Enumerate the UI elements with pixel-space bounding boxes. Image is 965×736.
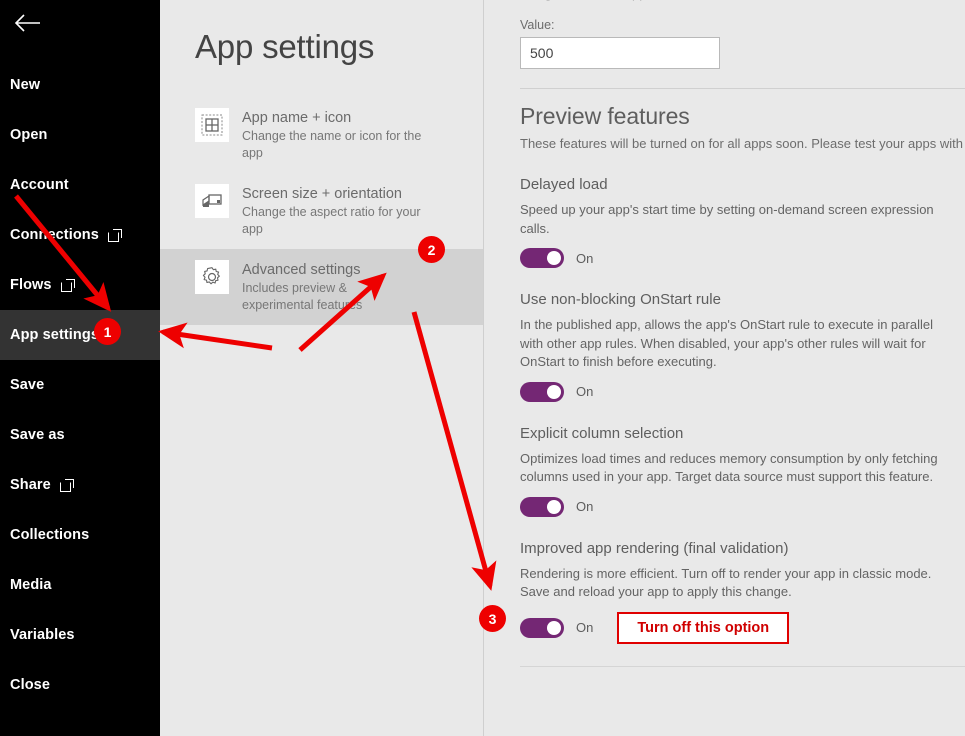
feature-non-blocking-onstart: Use non-blocking OnStart rule In the pub…: [520, 290, 965, 402]
category-text: Screen size + orientation Change the asp…: [242, 184, 442, 238]
value-label: Value:: [520, 18, 555, 32]
value-input[interactable]: 500: [520, 37, 720, 69]
sidebar-item-label: Open: [10, 127, 48, 143]
sidebar-item-label: Save: [10, 377, 45, 393]
category-screen-size-orientation[interactable]: Screen size + orientation Change the asp…: [160, 173, 483, 249]
sidebar-item-label: New: [10, 77, 41, 93]
toggle-row: On: [520, 496, 965, 517]
feature-name: Explicit column selection: [520, 424, 684, 442]
feature-description: Rendering is more efficient. Turn off to…: [520, 565, 932, 600]
sidebar-item-label: Variables: [10, 627, 75, 643]
sidebar-item-connections[interactable]: Connections: [0, 210, 160, 260]
sidebar-item-account[interactable]: Account: [0, 160, 160, 210]
sidebar-item-label: App settings: [10, 327, 100, 343]
sidebar-item-open[interactable]: Open: [0, 110, 160, 160]
feature-explicit-column-selection: Explicit column selection Optimizes load…: [520, 424, 965, 517]
left-sidebar: New Open Account Connections Flows App s…: [0, 0, 160, 736]
sidebar-item-label: Share: [10, 477, 51, 493]
clipped-delegation-note: delegation is not supported.: [520, 0, 965, 2]
toggle-row: On: [520, 248, 965, 268]
sidebar-item-label: Media: [10, 577, 52, 593]
toggle-knob: [547, 499, 561, 514]
sidebar-item-save[interactable]: Save: [0, 360, 160, 410]
category-text: App name + icon Change the name or icon …: [242, 108, 442, 162]
app-name-icon: [195, 108, 229, 142]
feature-name: Improved app rendering (final validation…: [520, 539, 789, 557]
gear-icon: [195, 260, 229, 294]
improved-app-rendering-toggle[interactable]: [520, 617, 564, 638]
feature-description: In the published app, allows the app's O…: [520, 317, 933, 369]
sidebar-item-new[interactable]: New: [0, 60, 160, 110]
sidebar-nav-list: New Open Account Connections Flows App s…: [0, 60, 160, 710]
feature-improved-app-rendering: Improved app rendering (final validation…: [520, 539, 965, 644]
sidebar-item-close[interactable]: Close: [0, 660, 160, 710]
external-link-icon: [60, 280, 74, 292]
feature-description: Speed up your app's start time by settin…: [520, 202, 934, 236]
external-link-icon: [59, 480, 73, 492]
category-title: Advanced settings: [242, 262, 361, 278]
sidebar-item-share[interactable]: Share: [0, 460, 160, 510]
sidebar-item-save-as[interactable]: Save as: [0, 410, 160, 460]
page-title: App settings: [195, 28, 375, 65]
section-description: These features will be turned on for all…: [520, 136, 965, 151]
delayed-load-toggle[interactable]: [520, 248, 564, 268]
category-app-name-icon[interactable]: App name + icon Change the name or icon …: [160, 97, 483, 173]
non-blocking-onstart-toggle[interactable]: [520, 381, 564, 402]
sidebar-item-label: Flows: [10, 277, 52, 293]
sidebar-item-variables[interactable]: Variables: [0, 610, 160, 660]
divider: [520, 665, 965, 667]
category-advanced-settings[interactable]: Advanced settings Includes preview & exp…: [160, 249, 483, 325]
toggle-state-label: On: [576, 384, 594, 399]
section-title-preview-features: Preview features: [520, 103, 690, 129]
feature-name: Use non-blocking OnStart rule: [520, 291, 721, 308]
sidebar-item-media[interactable]: Media: [0, 560, 160, 610]
toggle-state-label: On: [576, 499, 594, 514]
sidebar-item-label: Close: [10, 677, 50, 693]
toggle-row: On Turn off this option: [520, 611, 965, 644]
content-scroll-area[interactable]: delegation is not supported. Value: 500 …: [484, 0, 965, 667]
category-subtitle: Change the name or icon for the app: [242, 129, 422, 160]
screen-size-icon: [195, 184, 229, 218]
toggle-knob: [547, 384, 561, 399]
category-title: Screen size + orientation: [242, 186, 402, 202]
advanced-settings-content: delegation is not supported. Value: 500 …: [483, 0, 965, 736]
toggle-state-label: On: [576, 250, 594, 266]
sidebar-item-label: Account: [10, 177, 69, 193]
category-subtitle: Change the aspect ratio for your app: [242, 205, 421, 236]
turn-off-this-option-button[interactable]: Turn off this option: [617, 611, 790, 644]
external-link-icon: [107, 230, 121, 242]
category-title: App name + icon: [242, 110, 352, 126]
back-arrow-icon[interactable]: [10, 8, 44, 38]
toggle-row: On: [520, 381, 965, 402]
feature-delayed-load: Delayed load Speed up your app's start t…: [520, 175, 965, 268]
feature-description: Optimizes load times and reduces memory …: [520, 450, 938, 485]
sidebar-item-collections[interactable]: Collections: [0, 510, 160, 560]
toggle-state-label: On: [576, 620, 594, 635]
sidebar-item-label: Save as: [10, 427, 65, 443]
category-subtitle: Includes preview & experimental features: [242, 281, 363, 312]
toggle-knob: [547, 251, 561, 265]
settings-category-list: App name + icon Change the name or icon …: [160, 97, 483, 325]
divider: [520, 88, 965, 89]
toggle-knob: [547, 620, 561, 635]
sidebar-item-app-settings[interactable]: App settings: [0, 310, 160, 360]
app-settings-screen: New Open Account Connections Flows App s…: [0, 0, 965, 736]
explicit-column-selection-toggle[interactable]: [520, 496, 564, 517]
feature-name: Delayed load: [520, 176, 608, 193]
sidebar-item-label: Collections: [10, 527, 90, 543]
settings-category-panel: App settings App name + icon Change the …: [160, 0, 483, 736]
sidebar-item-label: Connections: [10, 227, 99, 243]
sidebar-item-flows[interactable]: Flows: [0, 260, 160, 310]
category-text: Advanced settings Includes preview & exp…: [242, 260, 420, 314]
